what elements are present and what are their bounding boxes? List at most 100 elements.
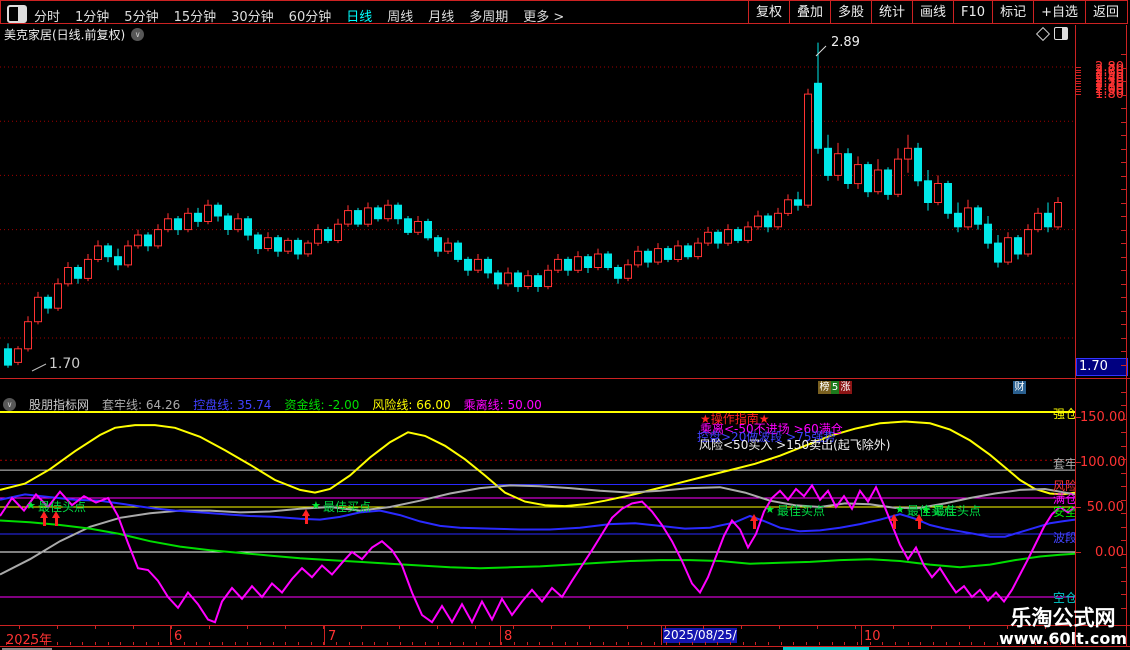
buy-point-label-3: 最佳买点 [777, 505, 825, 517]
toolbar-button-多股[interactable]: 多股 [830, 1, 871, 24]
tick-mark [95, 626, 96, 629]
zone-label-clip: 安全 [1053, 503, 1075, 517]
tick-mark [44, 642, 45, 645]
zone-label-clip: 满仓 [1053, 490, 1075, 504]
period-月线[interactable]: 月线 [428, 6, 454, 25]
up-arrow-icon [40, 511, 49, 526]
tick-mark [1121, 527, 1126, 528]
period-日线[interactable]: 日线 [346, 6, 372, 25]
tick-mark [361, 626, 362, 629]
period-更多 >[interactable]: 更多 > [523, 6, 564, 25]
time-label-8: 8 [504, 629, 512, 644]
tick-mark [1121, 567, 1126, 568]
toolbar-buttons: 复权叠加多股统计画线F10标记+自选返回 [748, 1, 1126, 24]
tick-mark [1121, 135, 1126, 136]
tick-mark [412, 642, 413, 645]
tick-mark [779, 626, 780, 629]
tick-mark [1121, 540, 1126, 541]
tick-mark [806, 642, 807, 645]
tick-mark [1121, 392, 1126, 393]
tick-mark [577, 642, 578, 645]
zone-label-clip: 强仓 [1053, 405, 1075, 419]
tick-mark [285, 626, 286, 629]
tick-mark [666, 642, 667, 645]
tick-mark [1121, 486, 1126, 487]
tick-mark [855, 626, 856, 629]
tick-mark [31, 642, 32, 645]
selected-date-box[interactable]: 2025/08/25/— [663, 628, 737, 643]
tick-mark [1121, 122, 1126, 123]
tick-mark [120, 642, 121, 645]
tick-mark [19, 626, 20, 629]
toolbar-button-叠加[interactable]: 叠加 [789, 1, 830, 24]
toolbar-button-统计[interactable]: 统计 [871, 1, 912, 24]
toolbar-button-+自选[interactable]: +自选 [1033, 1, 1085, 24]
tick-mark [1121, 176, 1126, 177]
tick-mark [146, 642, 147, 645]
zone-label-clip: 套牢 [1053, 455, 1075, 469]
toolbar-button-标记[interactable]: 标记 [992, 1, 1033, 24]
toolbar-button-复权[interactable]: 复权 [748, 1, 789, 24]
period-多周期[interactable]: 多周期 [469, 6, 508, 25]
tick-mark [1121, 419, 1126, 420]
time-label-6: 6 [174, 629, 182, 644]
event-badge-财[interactable]: 财 [1013, 381, 1026, 394]
event-badge-5[interactable]: 5 [831, 381, 839, 394]
period-1分钟[interactable]: 1分钟 [75, 6, 109, 25]
up-arrow-icon [890, 514, 899, 529]
period-15分钟[interactable]: 15分钟 [174, 6, 217, 25]
tick-mark [665, 626, 666, 629]
panel-tick-100.00: 100.00 [1080, 455, 1124, 470]
buy-point-label-2: 最佳买点 [323, 501, 371, 513]
chevron-down-icon[interactable]: ∨ [3, 398, 16, 411]
tick-mark [463, 642, 464, 645]
period-5分钟[interactable]: 5分钟 [124, 6, 158, 25]
tick-mark [984, 642, 985, 645]
split-window-icon[interactable] [7, 5, 27, 23]
tick-mark [1121, 405, 1126, 406]
tick-mark [1121, 189, 1126, 190]
candlestick-chart[interactable] [0, 38, 1076, 378]
tick-mark [1121, 351, 1126, 352]
tick-mark [450, 642, 451, 645]
time-label-10: 10 [864, 629, 881, 644]
tick-mark [1121, 594, 1126, 595]
chart-divider [0, 378, 1130, 379]
event-badge-涨[interactable]: 涨 [839, 381, 852, 394]
window-right-border [1126, 25, 1127, 647]
tick-mark [196, 642, 197, 645]
toolbar-button-返回[interactable]: 返回 [1085, 1, 1126, 24]
tick-mark [882, 642, 883, 645]
toolbar-button-画线[interactable]: 画线 [912, 1, 953, 24]
tick-mark [133, 626, 134, 629]
toolbar: 分时 1分钟 5分钟 15分钟 30分钟 60分钟日线周线月线多周期更多 > 复权叠加多股… [0, 0, 1128, 24]
tick-mark [971, 642, 972, 645]
tick-mark [1121, 149, 1126, 150]
event-badge-榜[interactable]: 榜 [818, 381, 831, 394]
tick-mark [235, 642, 236, 645]
tick-mark [1121, 108, 1126, 109]
zone-label-强仓: 强仓 [1053, 407, 1075, 419]
tick-mark [959, 642, 960, 645]
buy-point-label-5: 最佳头点 [933, 505, 981, 517]
toolbar-button-F10[interactable]: F10 [953, 1, 992, 24]
tick-mark [819, 642, 820, 645]
tick-mark [489, 642, 490, 645]
tick-mark [616, 642, 617, 645]
period-30分钟[interactable]: 30分钟 [231, 6, 274, 25]
period-周线[interactable]: 周线 [387, 6, 413, 25]
period-分时[interactable]: 分时 [34, 6, 60, 25]
tick-mark [1121, 162, 1126, 163]
tick-mark [1121, 581, 1126, 582]
tick-mark [1121, 230, 1126, 231]
tick-mark [603, 642, 604, 645]
tick-mark [1121, 365, 1126, 366]
tick-mark [1121, 243, 1126, 244]
tick-mark [374, 642, 375, 645]
panel-tick-150.00: 150.00 [1080, 410, 1124, 425]
tick-mark [108, 642, 109, 645]
tick-mark [285, 642, 286, 645]
tick-mark [336, 642, 337, 645]
period-60分钟[interactable]: 60分钟 [289, 6, 332, 25]
panel-tick-50.00: 50.00 [1080, 500, 1124, 515]
